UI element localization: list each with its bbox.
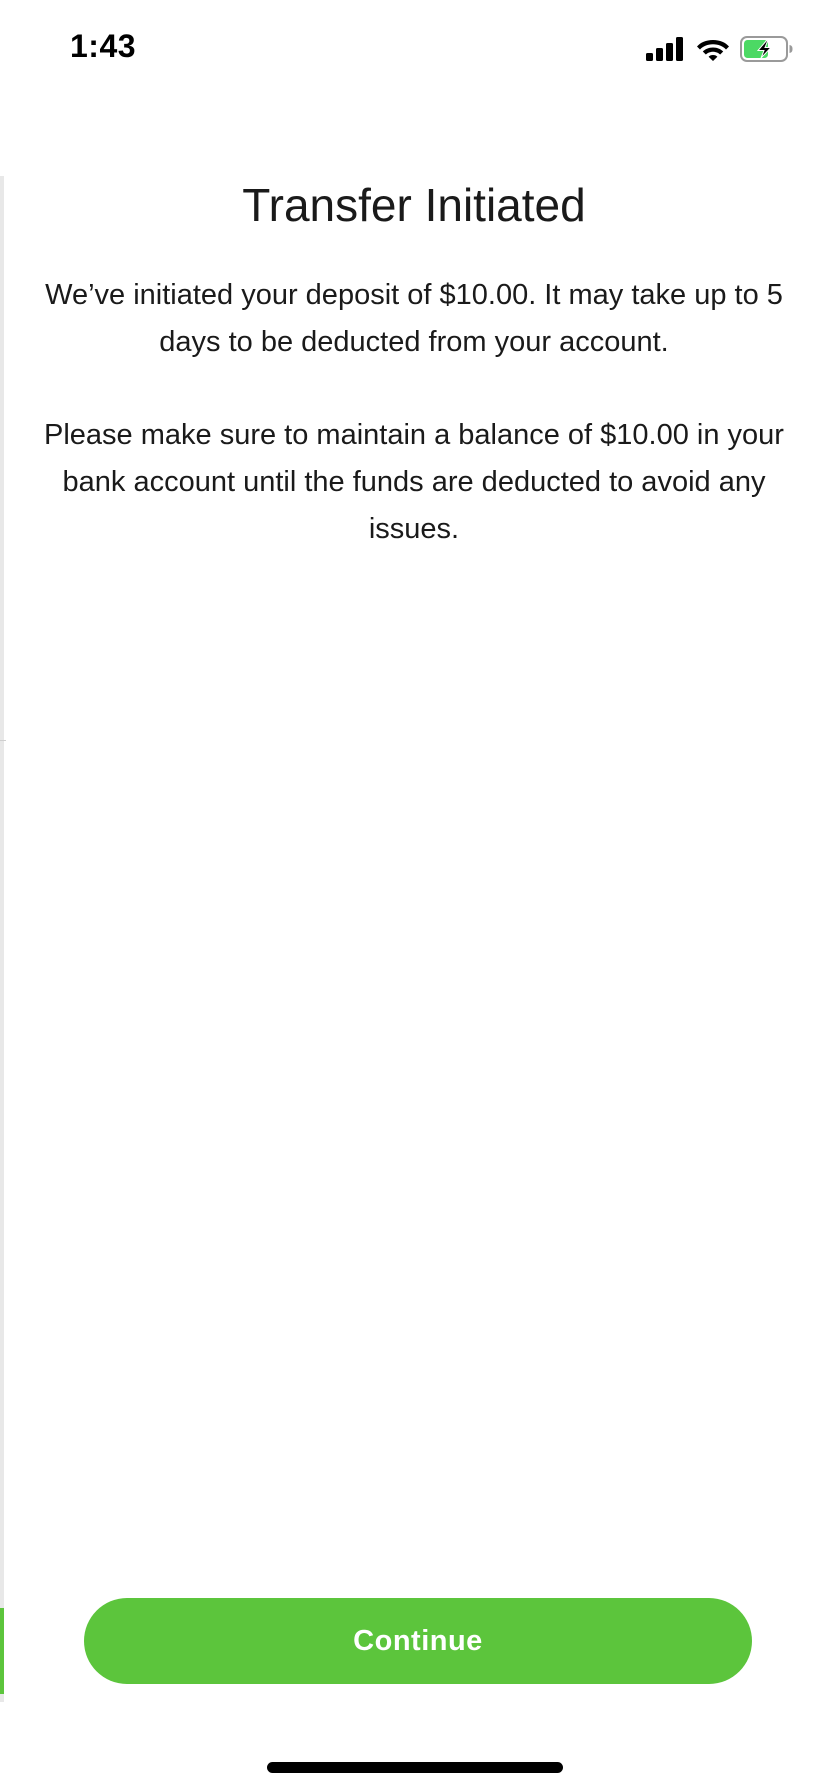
- battery-charging-icon: [740, 36, 794, 67]
- status-time: 1:43: [70, 28, 137, 64]
- wifi-icon: [696, 36, 730, 67]
- cellular-signal-icon: [646, 37, 686, 66]
- deposit-message: We’ve initiated your deposit of $10.00. …: [45, 279, 783, 358]
- underlying-screen-divider: [0, 740, 6, 741]
- continue-button[interactable]: Continue: [84, 1598, 752, 1684]
- underlying-screen-edge: [0, 176, 4, 1702]
- balance-message: Please make sure to maintain a balance o…: [44, 419, 784, 545]
- status-bar: 1:43: [0, 0, 828, 100]
- home-indicator[interactable]: [267, 1762, 563, 1773]
- status-icons: [646, 36, 794, 67]
- underlying-screen-accent: [0, 1608, 4, 1694]
- page-title: Transfer Initiated: [242, 179, 586, 231]
